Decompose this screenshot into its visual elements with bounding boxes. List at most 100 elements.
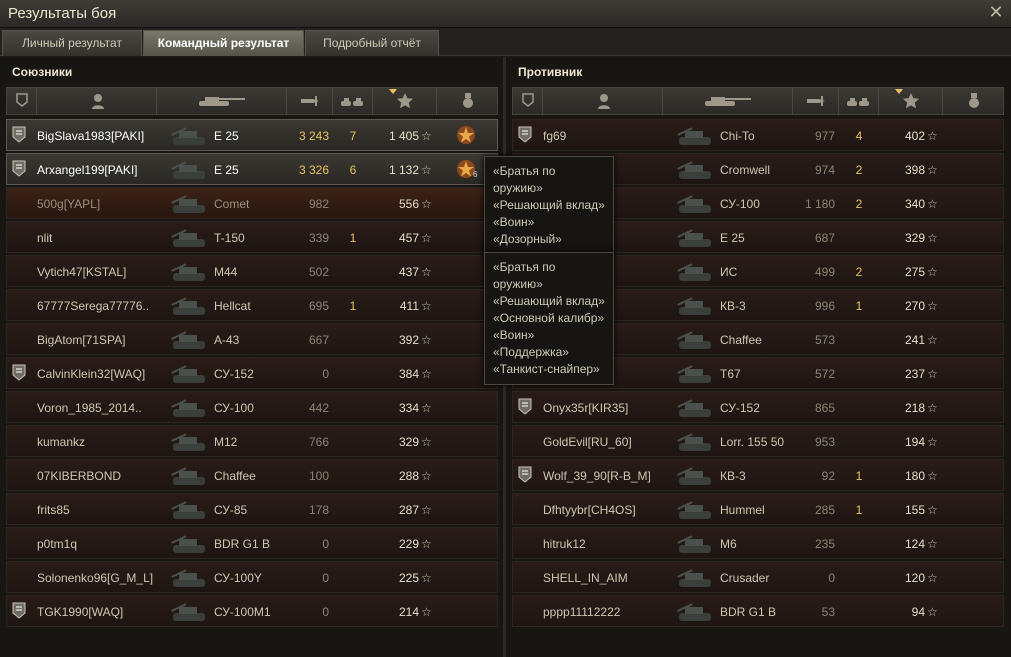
- window-title: Результаты боя: [8, 5, 117, 22]
- table-row[interactable]: BigAtom[71SPA] A-43 667 392 ☆: [6, 323, 498, 355]
- kills-value: 2: [855, 163, 863, 177]
- vehicle-name: Hellcat: [214, 299, 251, 313]
- sort-damage[interactable]: [793, 88, 839, 114]
- table-row[interactable]: fg69 Chi-To 977 4 402 ☆: [512, 119, 1004, 151]
- experience-star-icon: ☆: [421, 537, 432, 551]
- sort-player[interactable]: [543, 88, 663, 114]
- table-row[interactable]: frits85 СУ-85 178 287 ☆: [6, 493, 498, 525]
- vehicle-name: СУ-85: [214, 503, 248, 517]
- tab-team-result[interactable]: Командный результат: [143, 30, 304, 56]
- sort-rank[interactable]: [513, 88, 543, 114]
- vehicle-tank-icon: [171, 433, 205, 451]
- vehicle-tank-icon: [677, 195, 711, 213]
- experience-value: 229: [398, 537, 419, 551]
- vehicle-name: Lorr. 155 50: [720, 435, 785, 449]
- sort-player[interactable]: [37, 88, 157, 114]
- experience-star-icon: [903, 93, 919, 109]
- experience-star-icon: ☆: [421, 503, 432, 517]
- damage-value: 92: [821, 469, 835, 483]
- table-row[interactable]: BigSlava1983[PAKI] E 25 3 243 7 1 405 ☆: [6, 119, 498, 151]
- vehicle-name: T-150: [214, 231, 245, 245]
- close-icon[interactable]: ✕: [987, 3, 1005, 21]
- sort-experience[interactable]: [373, 88, 437, 114]
- vehicle-tank-icon: [677, 501, 711, 519]
- sort-medals[interactable]: [943, 88, 1005, 114]
- vehicle-name: КВ-3: [720, 469, 746, 483]
- vehicle-tank-icon: [171, 263, 205, 281]
- vehicle-name: BDR G1 B: [720, 605, 777, 619]
- table-row[interactable]: TGK1990[WAQ] СУ-100М1 0 214 ☆: [6, 595, 498, 627]
- player-name: SHELL_IN_AIM: [543, 571, 628, 585]
- player-name: nlit: [37, 231, 53, 245]
- damage-value: 0: [322, 367, 329, 381]
- tab-personal-result[interactable]: Личный результат: [2, 30, 142, 56]
- damage-value: 667: [308, 333, 329, 347]
- sort-experience[interactable]: [879, 88, 943, 114]
- table-row[interactable]: 500g[YAPL] Comet 982 556 ☆: [6, 187, 498, 219]
- medals-tooltip-1: «Братья по оружию» «Решающий вклад» «Вои…: [484, 156, 614, 255]
- player-name: hitruk12: [543, 537, 586, 551]
- experience-value: 457: [398, 231, 419, 245]
- experience-star-icon: ☆: [421, 401, 432, 415]
- tank-icon: [705, 97, 751, 106]
- sort-kills[interactable]: [333, 88, 373, 114]
- experience-value: 241: [904, 333, 925, 347]
- table-row[interactable]: GoldEvil[RU_60] Lorr. 155 50 953 194 ☆: [512, 425, 1004, 457]
- table-row[interactable]: 67777Serega77776.. Hellcat 695 1 411 ☆: [6, 289, 498, 321]
- vehicle-tank-icon: [171, 331, 205, 349]
- vehicle-tank-icon: [677, 263, 711, 281]
- table-row[interactable]: Vytich47[KSTAL] M44 502 437 ☆: [6, 255, 498, 287]
- tooltip-line: «Братья по оружию»: [493, 164, 556, 195]
- sort-medals[interactable]: [437, 88, 499, 114]
- damage-value: 573: [814, 333, 835, 347]
- tooltip-line: «Танкист-снайпер»: [493, 362, 600, 376]
- shell-damage-icon: [807, 96, 825, 106]
- player-name: pppp11112222: [543, 605, 621, 619]
- medal-icon[interactable]: [455, 124, 477, 146]
- table-row[interactable]: SHELL_IN_AIM Crusader 0 120 ☆: [512, 561, 1004, 593]
- sort-rank[interactable]: [7, 88, 37, 114]
- kills-value: 1: [855, 469, 863, 483]
- allies-table-header: [6, 87, 498, 115]
- player-name: CalvinKlein32[WAQ]: [37, 367, 146, 381]
- table-row[interactable]: Solonenko96[G_M_L] СУ-100Y 0 225 ☆: [6, 561, 498, 593]
- table-row[interactable]: Dfhtyybr[CH4OS] Hummel 285 1 155 ☆: [512, 493, 1004, 525]
- experience-star-icon: ☆: [927, 231, 938, 245]
- table-row[interactable]: Arxangel199[PAKI] E 25 3 326 6 1 132 ☆ 6: [6, 153, 498, 185]
- tooltip-line: «Воин»: [493, 215, 535, 229]
- vehicle-name: Chaffee: [720, 333, 762, 347]
- tab-detailed-report[interactable]: Подробный отчёт: [305, 30, 439, 56]
- player-name: BigAtom[71SPA]: [37, 333, 126, 347]
- table-row[interactable]: CalvinKlein32[WAQ] СУ-152 0 384 ☆: [6, 357, 498, 389]
- tooltip-line: «Дозорный»: [493, 232, 562, 246]
- experience-star-icon: ☆: [927, 571, 938, 585]
- damage-value: 996: [814, 299, 835, 313]
- vehicle-name: E 25: [214, 129, 239, 143]
- kills-value: 1: [855, 299, 863, 313]
- sort-vehicle[interactable]: [663, 88, 793, 114]
- sort-vehicle[interactable]: [157, 88, 287, 114]
- vehicle-name: M6: [720, 537, 737, 551]
- table-row[interactable]: Voron_1985_2014.. СУ-100 442 334 ☆: [6, 391, 498, 423]
- table-row[interactable]: pppp11112222 BDR G1 B 53 94 ☆: [512, 595, 1004, 627]
- damage-value: 499: [814, 265, 835, 279]
- table-row[interactable]: p0tm1q BDR G1 B 0 229 ☆: [6, 527, 498, 559]
- table-row[interactable]: kumankz M12 766 329 ☆: [6, 425, 498, 457]
- damage-value: 953: [814, 435, 835, 449]
- table-row[interactable]: Wolf_39_90[R-B_M] КВ-3 92 1 180 ☆: [512, 459, 1004, 491]
- table-row[interactable]: nlit T-150 339 1 457 ☆: [6, 221, 498, 253]
- player-name: Wolf_39_90[R-B_M]: [543, 469, 651, 483]
- experience-star-icon: ☆: [421, 231, 432, 245]
- vehicle-name: A-43: [214, 333, 240, 347]
- vehicle-tank-icon: [677, 433, 711, 451]
- experience-value: 120: [904, 571, 925, 585]
- tooltip-line: «Основной калибр»: [493, 311, 605, 325]
- sort-damage[interactable]: [287, 88, 333, 114]
- table-row[interactable]: Onyx35r[KIR35] СУ-152 865 218 ☆: [512, 391, 1004, 423]
- damage-value: 0: [322, 537, 329, 551]
- table-row[interactable]: hitruk12 M6 235 124 ☆: [512, 527, 1004, 559]
- table-row[interactable]: 07KIBERBOND Chaffee 100 288 ☆: [6, 459, 498, 491]
- rank-badge-icon: [12, 364, 26, 381]
- experience-star-icon: ☆: [421, 163, 432, 177]
- sort-kills[interactable]: [839, 88, 879, 114]
